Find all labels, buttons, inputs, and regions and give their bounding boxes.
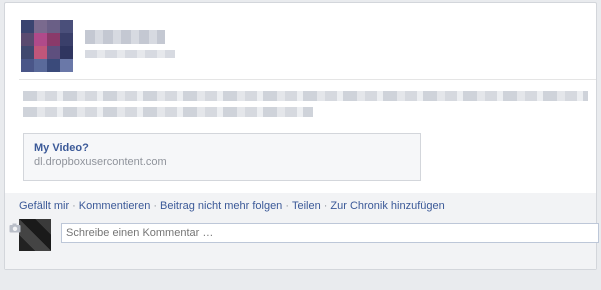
author-block bbox=[85, 30, 175, 58]
add-to-timeline-link[interactable]: Zur Chronik hinzufügen bbox=[330, 200, 444, 212]
link-preview-domain: dl.dropboxusercontent.com bbox=[34, 156, 167, 168]
action-separator: · bbox=[285, 200, 289, 212]
header-divider bbox=[19, 79, 596, 80]
action-separator: · bbox=[153, 200, 158, 212]
comment-link[interactable]: Kommentieren bbox=[79, 200, 151, 212]
camera-icon[interactable] bbox=[9, 223, 21, 233]
unfollow-post-link[interactable]: Beitrag nicht mehr folgen bbox=[160, 200, 282, 212]
share-link[interactable]: Teilen bbox=[292, 200, 321, 212]
comment-input[interactable] bbox=[61, 223, 599, 243]
like-link[interactable]: Gefällt mir bbox=[19, 200, 69, 212]
link-preview[interactable]: My Video? dl.dropboxusercontent.com bbox=[23, 133, 421, 181]
post-timestamp-redacted[interactable] bbox=[85, 50, 175, 58]
message-line bbox=[23, 91, 588, 101]
post-message-redacted bbox=[23, 91, 588, 123]
commenter-avatar bbox=[19, 219, 51, 251]
post-actions: Gefällt mir · Kommentieren · Beitrag nicht m… bbox=[19, 200, 445, 212]
action-separator: · bbox=[323, 200, 328, 212]
message-line bbox=[23, 107, 313, 117]
link-preview-title[interactable]: My Video? bbox=[34, 142, 420, 154]
author-name-redacted[interactable] bbox=[85, 30, 165, 44]
author-avatar[interactable] bbox=[21, 20, 73, 72]
news-feed-post: My Video? dl.dropboxusercontent.com Gefä… bbox=[4, 2, 599, 270]
action-bar: Gefällt mir · Kommentieren · Beitrag nicht m… bbox=[5, 193, 599, 269]
action-separator: · bbox=[72, 200, 76, 212]
